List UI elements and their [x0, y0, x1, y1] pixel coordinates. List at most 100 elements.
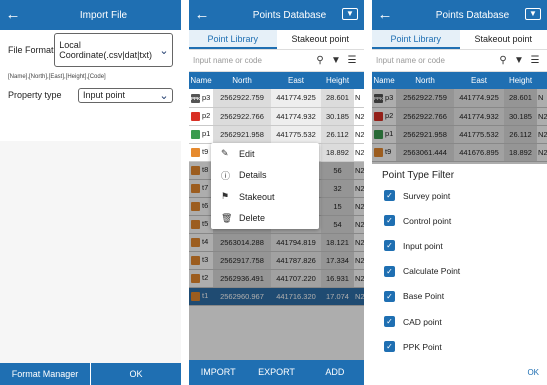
- points-bottom-bar: IMPORT EXPORT ADD: [189, 360, 364, 385]
- col-height: Height: [504, 72, 537, 89]
- east-cell: 441774.932: [271, 107, 321, 126]
- filter-option[interactable]: ✓ Calculate Point: [372, 259, 547, 284]
- point-name: t3: [202, 255, 209, 265]
- filter-option[interactable]: ✓ CAD point: [372, 309, 547, 334]
- filter-option[interactable]: ✓ Input point: [372, 233, 547, 258]
- search-input[interactable]: Input name or code: [376, 56, 495, 65]
- height-cell: 28.601: [321, 89, 354, 108]
- menu-item-edit[interactable]: ✎ Edit: [211, 143, 319, 165]
- file-format-select[interactable]: Local Coordinate(.csv|dat|txt) ⌄: [54, 33, 173, 67]
- tab-stakeout-point[interactable]: Stakeout point: [460, 30, 547, 49]
- points-tabs: Point Library Stakeout point: [372, 30, 547, 50]
- point-name-cell: t6: [189, 197, 213, 216]
- add-button[interactable]: ADD: [305, 360, 364, 385]
- surv-point-icon: [191, 237, 200, 247]
- search-icon[interactable]: ⚲: [312, 55, 328, 66]
- search-icon[interactable]: ⚲: [495, 55, 511, 66]
- north-cell: 2562921.958: [396, 125, 454, 144]
- code-cell: N2: [354, 179, 364, 198]
- table-row[interactable]: t4 2563014.288 441794.819 18.121 N2: [189, 233, 364, 252]
- property-type-label: Property type: [8, 90, 62, 100]
- ok-button[interactable]: OK: [91, 363, 181, 385]
- point-name: p3: [202, 92, 211, 102]
- table-header: Name North East Height: [189, 72, 364, 89]
- table-row[interactable]: p2 2562922.766 441774.932 30.185 N2: [189, 107, 364, 126]
- dropdown-icon[interactable]: ▼: [342, 8, 358, 20]
- point-name: t2: [202, 273, 209, 283]
- table-row[interactable]: t3 2562917.758 441787.826 17.334 N2: [189, 251, 364, 270]
- east-cell: 441774.925: [454, 89, 504, 108]
- checkbox-checked-icon[interactable]: ✓: [384, 341, 395, 353]
- north-cell: 2562960.967: [213, 287, 271, 306]
- height-cell: 26.112: [504, 125, 537, 144]
- table-row[interactable]: p2 2562922.766 441774.932 30.185 N2: [372, 107, 547, 126]
- table-row[interactable]: p1 2562921.958 441775.532 26.112 N2: [189, 125, 364, 144]
- menu-item-stakeout[interactable]: ⚑ Stakeout: [211, 186, 319, 208]
- table-row[interactable]: t9 2563061.444441676.89518.892N2: [372, 143, 547, 162]
- checkbox-checked-icon[interactable]: ✓: [384, 215, 395, 227]
- north-cell: 2563014.288: [213, 233, 271, 252]
- chevron-down-icon: ⌄: [159, 44, 169, 57]
- filter-icon[interactable]: ▼: [511, 55, 527, 66]
- import-file-screen: ← Import File File Format Local Coordina…: [0, 0, 181, 385]
- back-arrow-icon[interactable]: ←: [189, 0, 215, 30]
- filter-option[interactable]: ✓ PPK Point: [372, 334, 547, 359]
- property-type-select[interactable]: Input point ⌄: [78, 87, 173, 103]
- points-table: Name North East Height PPK p3 2562922.759 4…: [372, 72, 547, 162]
- format-manager-button[interactable]: Format Manager: [0, 363, 90, 385]
- export-button[interactable]: EXPORT: [247, 360, 306, 385]
- code-cell: N2: [354, 107, 364, 126]
- height-cell: 56: [321, 161, 354, 180]
- back-arrow-icon[interactable]: ←: [0, 0, 26, 30]
- point-name-cell: t7: [189, 179, 213, 198]
- code-cell: N2: [354, 125, 364, 144]
- table-row[interactable]: p1 2562921.958 441775.532 26.112 N2: [372, 125, 547, 144]
- checkbox-checked-icon[interactable]: ✓: [384, 316, 395, 328]
- ppk-point-icon: PPK: [191, 93, 201, 103]
- menu-stakeout-label: Stakeout: [239, 191, 275, 202]
- col-north: North: [213, 72, 271, 89]
- dropdown-icon[interactable]: ▼: [525, 8, 541, 20]
- filter-option-label: PPK Point: [403, 341, 442, 352]
- search-bar: Input name or code ⚲ ▼ ☰: [372, 50, 547, 72]
- point-name: t7: [202, 183, 209, 193]
- checkbox-checked-icon[interactable]: ✓: [384, 265, 395, 277]
- list-icon[interactable]: ☰: [527, 55, 543, 66]
- checkbox-checked-icon[interactable]: ✓: [384, 240, 395, 252]
- point-name-cell: t8: [189, 161, 213, 180]
- edit-icon: ✎: [221, 148, 229, 159]
- filter-ok-button[interactable]: OK: [527, 368, 539, 377]
- filter-option-label: Control point: [403, 215, 452, 226]
- checkbox-checked-icon[interactable]: ✓: [384, 290, 395, 302]
- inp-point-icon: [191, 129, 200, 139]
- checkbox-checked-icon[interactable]: ✓: [384, 190, 395, 202]
- table-row[interactable]: t1 2562960.967 441716.320 17.074 N2: [189, 287, 364, 306]
- table-row[interactable]: t2 2562936.491 441707.220 16.931 N2: [189, 269, 364, 288]
- point-name: t5: [202, 219, 209, 229]
- filter-icon[interactable]: ▼: [328, 55, 344, 66]
- tab-point-library[interactable]: Point Library: [372, 30, 460, 49]
- filter-option[interactable]: ✓ Base Point: [372, 284, 547, 309]
- search-input[interactable]: Input name or code: [193, 56, 312, 65]
- import-button[interactable]: IMPORT: [189, 360, 248, 385]
- back-arrow-icon[interactable]: ←: [372, 0, 398, 30]
- tab-point-library[interactable]: Point Library: [189, 30, 277, 49]
- col-height: Height: [321, 72, 354, 89]
- point-name: t8: [202, 165, 209, 175]
- menu-item-delete[interactable]: 🗑 Delete: [211, 208, 319, 230]
- height-cell: 32: [321, 179, 354, 198]
- tab-stakeout-point[interactable]: Stakeout point: [277, 30, 365, 49]
- code-cell: N2: [537, 125, 547, 144]
- point-name-cell: PPK p3: [189, 89, 213, 108]
- inp-point-icon: [374, 129, 383, 139]
- point-name: t9: [385, 147, 392, 157]
- list-icon[interactable]: ☰: [344, 55, 360, 66]
- col-code: [354, 72, 364, 89]
- menu-item-details[interactable]: ⓘ Details: [211, 165, 319, 187]
- height-cell: 28.601: [504, 89, 537, 108]
- filter-option[interactable]: ✓ Survey point: [372, 183, 547, 208]
- table-row[interactable]: PPK p3 2562922.759 441774.925 28.601 N: [372, 89, 547, 108]
- filter-option[interactable]: ✓ Control point: [372, 208, 547, 233]
- table-row[interactable]: PPK p3 2562922.759 441774.925 28.601 N: [189, 89, 364, 108]
- point-name: p2: [385, 111, 394, 121]
